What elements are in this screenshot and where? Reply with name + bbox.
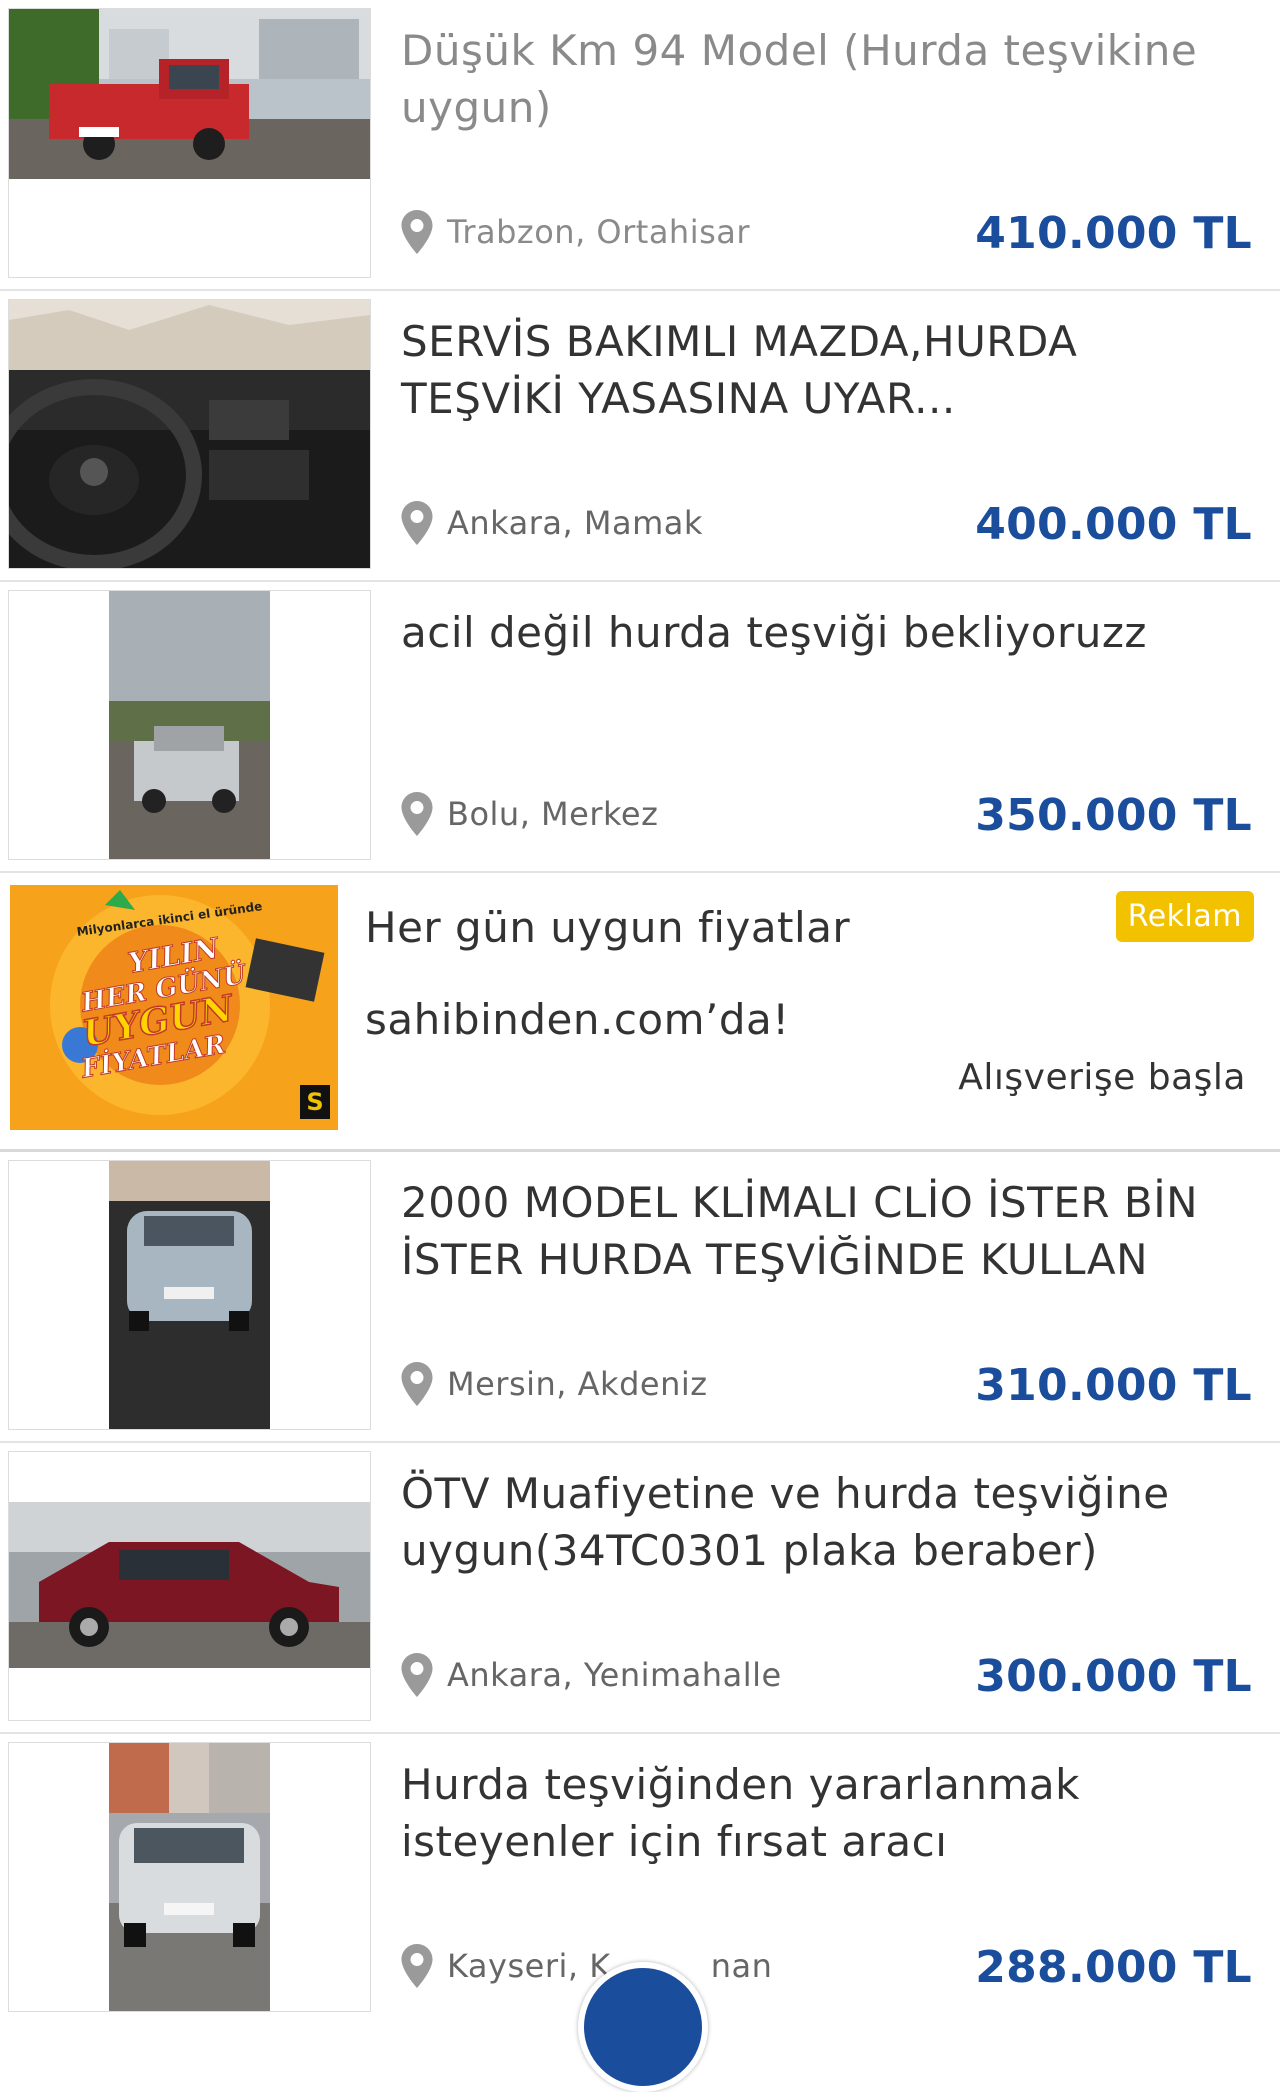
listing-price: 350.000 TL xyxy=(975,790,1252,841)
map-pin-icon xyxy=(401,792,433,836)
ad-badge: Reklam xyxy=(1115,891,1254,942)
listing-location: Mersin, Akdeniz xyxy=(401,1362,708,1406)
listing-item[interactable]: acil değil hurda teşviği bekliyoruzz Bol… xyxy=(0,582,1280,873)
listing-thumbnail[interactable] xyxy=(8,8,371,278)
map-pin-icon xyxy=(401,1944,433,1988)
listing-title[interactable]: Düşük Km 94 Model (Hurda teşvikine uygun… xyxy=(401,22,1231,136)
listing-item[interactable]: SERVİS BAKIMLI MAZDA,HURDA TEŞVİKİ YASAS… xyxy=(0,291,1280,582)
listing-price: 300.000 TL xyxy=(975,1651,1252,1702)
listing-price: 410.000 TL xyxy=(975,208,1252,259)
floating-action-button[interactable] xyxy=(578,1962,708,2092)
map-pin-icon xyxy=(401,1653,433,1697)
listing-location: Kayseri, K nan xyxy=(401,1944,772,1988)
listing-title[interactable]: 2000 MODEL KLİMALI CLİO İSTER BİN İSTER … xyxy=(401,1174,1231,1288)
listing-location: Ankara, Mamak xyxy=(401,501,703,545)
listing-thumbnail[interactable] xyxy=(8,1451,371,1721)
listing-title[interactable]: ÖTV Muafiyetine ve hurda teşviğine uygun… xyxy=(401,1465,1231,1579)
listing-item[interactable]: 2000 MODEL KLİMALI CLİO İSTER BİN İSTER … xyxy=(0,1152,1280,1443)
listing-list: Düşük Km 94 Model (Hurda teşvikine uygun… xyxy=(0,0,1280,2025)
car-photo xyxy=(9,1502,370,1668)
map-pin-icon xyxy=(401,501,433,545)
ad-logo: S xyxy=(306,1088,323,1116)
listing-title[interactable]: acil değil hurda teşviği bekliyoruzz xyxy=(401,604,1231,661)
listing-item[interactable]: Düşük Km 94 Model (Hurda teşvikine uygun… xyxy=(0,0,1280,291)
location-text: Mersin, Akdeniz xyxy=(447,1365,708,1403)
ad-subline: sahibinden.com’da! xyxy=(365,995,790,1044)
listing-price: 288.000 TL xyxy=(975,1942,1252,1993)
car-interior-photo xyxy=(9,300,370,568)
location-text: Ankara, Mamak xyxy=(447,504,703,542)
map-pin-icon xyxy=(401,210,433,254)
location-text: Ankara, Yenimahalle xyxy=(447,1656,782,1694)
location-text: Trabzon, Ortahisar xyxy=(447,213,751,251)
location-text: Kayseri, K xyxy=(447,1947,611,1985)
location-text-tail: nan xyxy=(710,1947,773,1985)
listing-thumbnail[interactable] xyxy=(8,1160,371,1430)
car-photo xyxy=(109,1161,270,1429)
listing-item[interactable]: ÖTV Muafiyetine ve hurda teşviğine uygun… xyxy=(0,1443,1280,1734)
listing-thumbnail[interactable] xyxy=(8,590,371,860)
map-pin-icon xyxy=(401,1362,433,1406)
listing-location: Ankara, Yenimahalle xyxy=(401,1653,782,1697)
listing-title[interactable]: SERVİS BAKIMLI MAZDA,HURDA TEŞVİKİ YASAS… xyxy=(401,313,1231,427)
ad-banner-row[interactable]: S Milyonlarca ikinci el üründe YILIN HER… xyxy=(0,873,1280,1152)
listing-thumbnail[interactable] xyxy=(8,1742,371,2012)
car-photo xyxy=(109,591,270,859)
car-photo xyxy=(109,1743,270,2011)
listing-title[interactable]: Hurda teşviğinden yararlanmak isteyenler… xyxy=(401,1756,1231,1870)
car-photo xyxy=(9,9,370,179)
ad-image[interactable]: S Milyonlarca ikinci el üründe YILIN HER… xyxy=(10,885,338,1130)
ad-cta-link[interactable]: Alışverişe başla xyxy=(958,1057,1246,1098)
listing-price: 400.000 TL xyxy=(975,499,1252,550)
ad-headline: Her gün uygun fiyatlar xyxy=(365,903,851,952)
location-text: Bolu, Merkez xyxy=(447,795,659,833)
listing-location: Bolu, Merkez xyxy=(401,792,658,836)
listing-thumbnail[interactable] xyxy=(8,299,371,569)
listing-location: Trabzon, Ortahisar xyxy=(401,210,750,254)
listing-price: 310.000 TL xyxy=(975,1360,1252,1411)
